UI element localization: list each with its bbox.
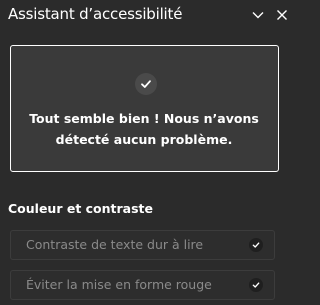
status-card: Tout semble bien ! Nous n’avons détecté …: [10, 45, 279, 172]
section-title-color-contrast: Couleur et contraste: [8, 201, 154, 216]
check-item-label: Éviter la mise en forme rouge: [26, 277, 212, 292]
check-item-red-formatting[interactable]: Éviter la mise en forme rouge: [10, 270, 275, 300]
collapse-button[interactable]: [247, 4, 269, 26]
status-message: Tout semble bien ! Nous n’avons détecté …: [29, 111, 259, 147]
checkmark-icon: [252, 282, 260, 288]
checkmark-icon: [141, 80, 151, 88]
check-item-label: Contraste de texte dur à lire: [26, 237, 204, 252]
pane-title: Assistant d’accessibilité: [8, 5, 183, 23]
check-item-status: [249, 278, 263, 292]
check-item-status: [249, 238, 263, 252]
close-button[interactable]: [271, 4, 293, 26]
pane-header: Assistant d’accessibilité: [0, 0, 289, 32]
check-item-text-contrast[interactable]: Contraste de texte dur à lire: [10, 230, 275, 260]
close-icon: [277, 10, 287, 20]
chevron-down-icon: [252, 12, 264, 19]
status-check-badge: [135, 73, 157, 95]
checkmark-icon: [252, 242, 260, 248]
